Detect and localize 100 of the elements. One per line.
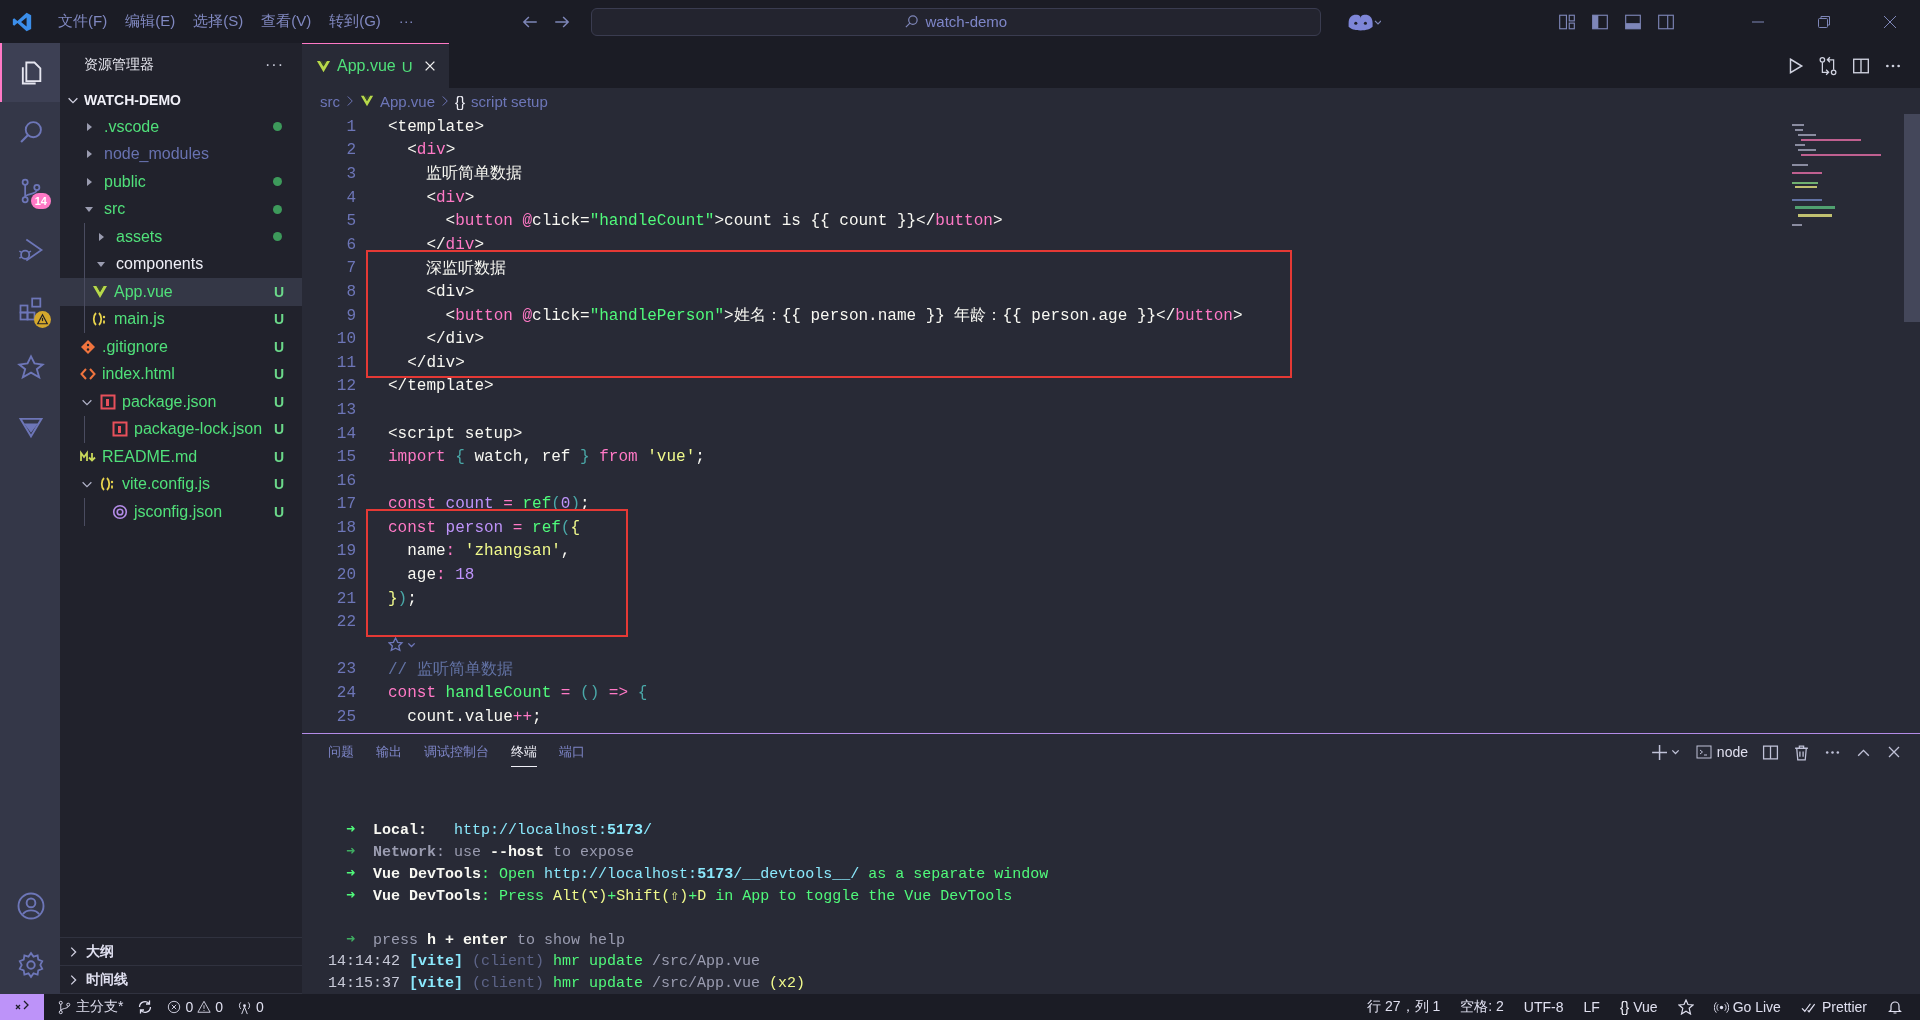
prettier-status[interactable]: Prettier — [1793, 999, 1874, 1015]
menu-item[interactable]: 编辑(E) — [118, 8, 183, 35]
status-item[interactable]: 行 27，列 1 — [1360, 998, 1448, 1016]
file-name: index.html — [102, 365, 176, 384]
line-number: 20 — [335, 566, 356, 585]
code-line: <button @click="handlePerson">姓名：{{ person.name }} 年龄：{{ person.age }}</button> — [444, 306, 1243, 327]
status-item[interactable]: UTF-8 — [1516, 999, 1571, 1015]
code-line: </div> — [425, 330, 484, 349]
code-line: 监听简单数据 — [425, 164, 523, 185]
more-menu[interactable]: ··· — [391, 8, 421, 35]
terminal-line: ➜ Vue DevTools: Press Alt(⌥)+Shift(⇧)+D in App to toggle the Vue DevTools — [345, 886, 1013, 905]
line-number: 6 — [345, 235, 356, 254]
editor-tab[interactable]: App.vue U — [302, 43, 449, 88]
status-item[interactable]: 空格: 2 — [1453, 998, 1511, 1016]
vue-file-icon — [316, 58, 331, 74]
more-actions-button[interactable]: ··· — [265, 56, 284, 74]
warning-icon — [197, 1000, 212, 1014]
restore-icon[interactable] — [1816, 13, 1832, 30]
collapsed-section[interactable]: 大纲 — [60, 938, 302, 966]
code-line: count.value++; — [406, 707, 542, 726]
status-item[interactable]: LF — [1576, 999, 1607, 1015]
terminal-selector[interactable]: node — [1695, 744, 1748, 760]
problems-status[interactable]: 0 0 — [160, 999, 231, 1015]
menu-item[interactable]: 选择(S) — [186, 8, 251, 35]
line-number: 3 — [345, 165, 356, 183]
go-live-button[interactable]: Go Live — [1706, 999, 1788, 1015]
line-number: 16 — [335, 471, 356, 490]
terminal-line: ➜ press h + enter to show help — [345, 930, 626, 949]
count-badge: 14 — [30, 193, 51, 209]
file-tree-item[interactable]: index.html U — [60, 360, 302, 388]
file-name: main.js — [114, 310, 166, 329]
trash-icon[interactable] — [1793, 743, 1810, 761]
terminal-line: ➜ Local: http://localhost:5173/ — [345, 820, 653, 839]
file-tree-item[interactable]: jsconfig.json U — [60, 498, 302, 526]
line-number: 2 — [345, 141, 356, 160]
error-icon — [167, 1000, 182, 1014]
language-status[interactable]: {} Vue — [1612, 999, 1665, 1015]
code-line: // 监听简单数据 — [388, 659, 513, 680]
code-line: </template> — [388, 377, 494, 396]
line-number: 11 — [335, 353, 356, 372]
terminal-line: ➜ Network: use --host to expose — [345, 842, 635, 861]
command-center-search[interactable]: watch-demo — [590, 7, 1321, 36]
file-tree-item[interactable]: main.js U — [60, 305, 302, 333]
git-status: U — [273, 421, 284, 438]
compare-changes-icon[interactable] — [1818, 55, 1838, 76]
code-line: import { watch, ref } from 'vue'; — [388, 448, 705, 467]
toggle-panel-icon[interactable] — [1624, 12, 1642, 31]
file-tree-item[interactable]: components — [60, 250, 302, 278]
customize-layout-icon[interactable] — [1558, 12, 1576, 31]
file-tree-item[interactable]: vite.config.js U — [60, 470, 302, 498]
menu-item[interactable]: 转到(G) — [322, 8, 388, 35]
file-tree-item[interactable]: src — [60, 195, 302, 223]
file-tree-item[interactable]: .gitignore U — [60, 333, 302, 361]
ring-file-icon — [112, 503, 128, 520]
panel-tab[interactable]: 调试控制台 — [424, 737, 489, 767]
file-name: src — [104, 200, 127, 219]
close-icon[interactable] — [1886, 744, 1902, 760]
toggle-secondary-sidebar-icon[interactable] — [1657, 12, 1675, 31]
branch-status[interactable]: 主分支* — [50, 998, 131, 1016]
file-name: public — [104, 172, 147, 191]
activity-item[interactable] — [0, 43, 60, 102]
menu-item[interactable]: 查看(V) — [254, 8, 319, 35]
file-tree-item[interactable]: App.vue U — [60, 278, 302, 306]
broadcast-icon — [1713, 999, 1729, 1015]
file-name: README.md — [102, 447, 199, 466]
split-terminal-icon[interactable] — [1762, 743, 1779, 761]
file-tree-item[interactable]: public — [60, 168, 302, 196]
panel-tab[interactable]: 端口 — [559, 737, 585, 767]
code-line: <script setup> — [388, 424, 523, 443]
file-tree-item[interactable]: node_modules — [60, 140, 302, 168]
panel-tab[interactable]: 输出 — [376, 737, 402, 767]
split-editor-icon[interactable] — [1852, 56, 1870, 75]
menu-item[interactable]: 文件(F) — [51, 8, 115, 35]
file-name: assets — [116, 227, 164, 246]
file-tree-item[interactable]: .vscode — [60, 113, 302, 141]
line-number: 7 — [345, 259, 356, 278]
code-line: <div> — [406, 141, 456, 160]
panel-tab[interactable]: 问题 — [328, 737, 354, 767]
line-number: 21 — [335, 589, 356, 608]
terminal-line: 14:14:42 [vite] (client) hmr update /src/App.vue — [328, 952, 761, 970]
file-tree-item[interactable]: package.json U — [60, 388, 302, 416]
account-icon — [16, 890, 46, 921]
panel-tab[interactable]: 终端 — [511, 737, 537, 767]
file-name: vite.config.js — [122, 475, 212, 494]
terminal-line: ➜ Vue DevTools: Open http://localhost:5173/__devtools__/ as a separate window — [345, 864, 1049, 883]
line-number: 5 — [345, 212, 356, 231]
file-tree-item[interactable]: assets — [60, 223, 302, 251]
diamond-file-icon — [80, 338, 96, 355]
line-number: 25 — [335, 707, 356, 726]
file-tree-item[interactable]: README.md U — [60, 443, 302, 471]
file-tree-item[interactable]: package-lock.json U — [60, 415, 302, 443]
ports-status[interactable]: 0 — [230, 999, 271, 1015]
git-status: U — [273, 283, 284, 300]
scrollbar-thumb[interactable] — [1904, 114, 1920, 322]
breadcrumb-item[interactable]: {} script setup — [455, 92, 548, 110]
toggle-sidebar-icon[interactable] — [1591, 12, 1609, 31]
new-terminal-icon[interactable] — [1651, 743, 1682, 761]
folder-header[interactable]: WATCH-DEMO — [60, 87, 302, 113]
settings-icon — [16, 949, 46, 980]
file-name: App.vue — [114, 282, 174, 301]
